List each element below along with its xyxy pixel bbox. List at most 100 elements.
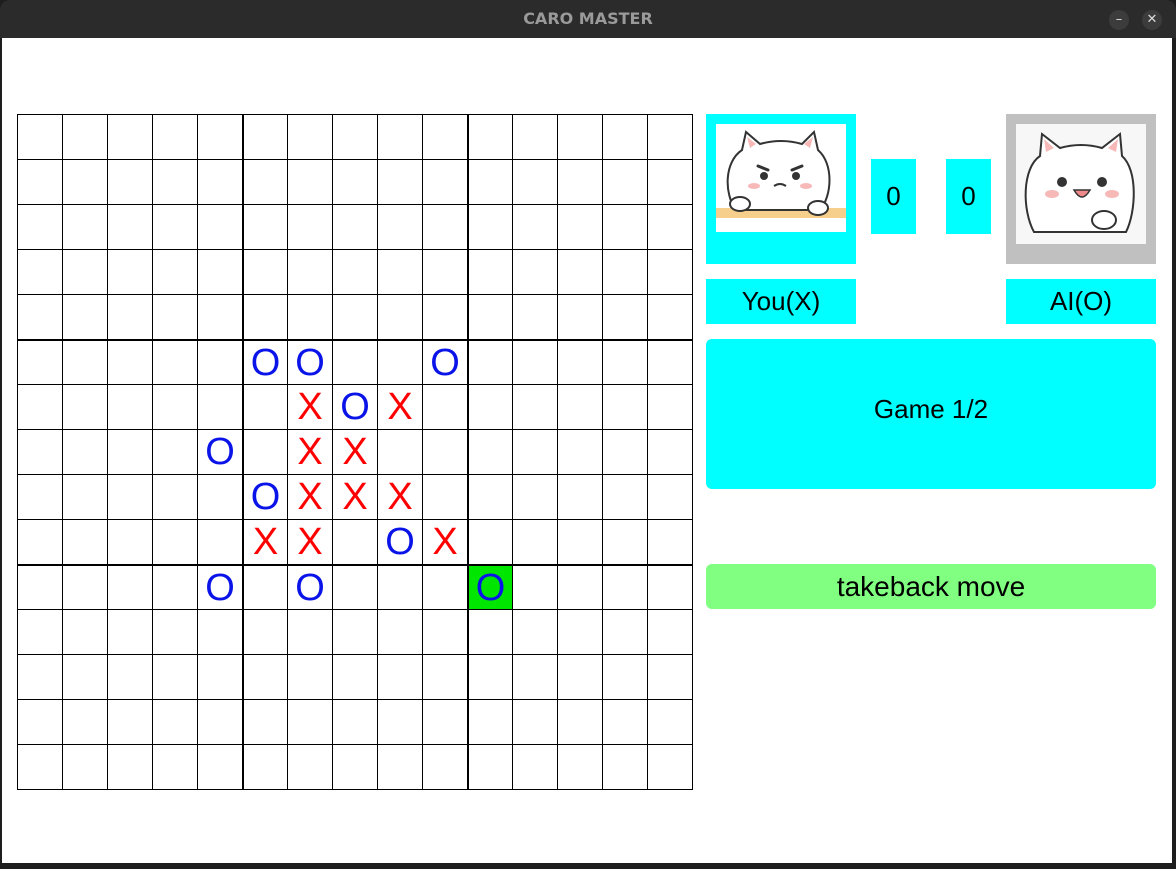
board-cell[interactable] [17,429,62,474]
board-cell[interactable]: X [377,384,422,429]
board-cell[interactable] [557,384,602,429]
board-cell[interactable] [107,339,152,384]
board-cell[interactable] [467,294,512,339]
board-cell[interactable] [377,609,422,654]
board-cell[interactable] [512,609,557,654]
board-cell[interactable]: X [422,519,467,564]
board-cell[interactable] [512,564,557,609]
board-cell[interactable] [62,204,107,249]
board-cell[interactable] [512,519,557,564]
board-cell[interactable] [152,204,197,249]
board-cell[interactable] [332,564,377,609]
board-cell[interactable] [332,519,377,564]
board-cell[interactable] [62,114,107,159]
board-cell[interactable] [602,114,647,159]
close-button[interactable]: ✕ [1142,10,1162,30]
board-cell[interactable] [17,294,62,339]
board-cell[interactable] [152,114,197,159]
board-cell[interactable]: O [197,429,242,474]
board-cell[interactable] [602,564,647,609]
board-cell[interactable] [467,204,512,249]
board-cell[interactable] [62,249,107,294]
board-cell[interactable] [332,204,377,249]
board-cell[interactable] [512,654,557,699]
board-cell[interactable] [647,699,692,744]
board-cell[interactable] [242,699,287,744]
board-cell[interactable] [197,744,242,789]
board-cell[interactable] [377,429,422,474]
board-cell[interactable] [557,249,602,294]
board-cell[interactable] [377,159,422,204]
board-cell[interactable]: O [242,474,287,519]
board-cell[interactable] [557,294,602,339]
board-cell[interactable] [107,114,152,159]
board-cell[interactable]: O [242,339,287,384]
game-board[interactable]: OOOXOXOXXOXXXXXOXOOO [17,114,693,790]
board-cell[interactable] [332,699,377,744]
board-cell[interactable] [17,744,62,789]
board-cell[interactable] [557,744,602,789]
board-cell[interactable] [422,204,467,249]
board-cell[interactable] [107,249,152,294]
board-cell[interactable] [602,159,647,204]
board-cell[interactable] [287,159,332,204]
board-cell[interactable] [152,654,197,699]
board-cell[interactable] [152,744,197,789]
board-cell[interactable] [17,519,62,564]
board-cell[interactable] [512,114,557,159]
board-cell[interactable]: O [287,564,332,609]
board-cell[interactable] [512,384,557,429]
board-cell[interactable] [287,654,332,699]
board-cell[interactable] [17,159,62,204]
board-cell[interactable]: X [287,429,332,474]
board-cell[interactable] [242,249,287,294]
board-cell[interactable] [647,744,692,789]
board-cell[interactable] [647,474,692,519]
board-cell[interactable] [602,609,647,654]
board-cell[interactable] [152,519,197,564]
board-cell[interactable] [647,249,692,294]
board-cell[interactable] [467,654,512,699]
board-cell[interactable] [377,249,422,294]
board-cell[interactable] [152,474,197,519]
board-cell[interactable] [242,744,287,789]
board-cell[interactable] [377,699,422,744]
board-cell[interactable] [152,384,197,429]
board-cell[interactable] [197,384,242,429]
board-cell[interactable]: X [287,519,332,564]
board-cell[interactable] [17,699,62,744]
board-cell[interactable] [512,429,557,474]
board-cell[interactable] [602,699,647,744]
board-cell[interactable] [467,339,512,384]
board-cell[interactable] [557,519,602,564]
board-cell[interactable] [422,249,467,294]
board-cell[interactable] [422,699,467,744]
board-cell[interactable] [467,384,512,429]
board-cell[interactable] [377,339,422,384]
board-cell[interactable] [512,294,557,339]
board-cell[interactable] [422,744,467,789]
board-cell[interactable] [557,609,602,654]
board-cell[interactable] [242,654,287,699]
board-cell[interactable] [62,294,107,339]
board-cell[interactable] [62,654,107,699]
board-cell[interactable] [107,654,152,699]
board-cell[interactable] [107,474,152,519]
board-cell[interactable] [467,699,512,744]
board-cell[interactable] [602,744,647,789]
board-cell[interactable] [557,159,602,204]
board-cell[interactable] [62,699,107,744]
board-cell[interactable] [512,159,557,204]
board-cell[interactable]: O [377,519,422,564]
board-cell[interactable] [107,204,152,249]
board-cell[interactable]: O [422,339,467,384]
board-cell[interactable] [287,249,332,294]
board-cell[interactable] [647,564,692,609]
board-cell[interactable] [647,204,692,249]
board-cell[interactable] [557,654,602,699]
board-cell[interactable] [17,114,62,159]
board-cell[interactable] [152,609,197,654]
board-cell[interactable] [377,294,422,339]
board-cell[interactable] [602,384,647,429]
board-cell[interactable] [242,294,287,339]
